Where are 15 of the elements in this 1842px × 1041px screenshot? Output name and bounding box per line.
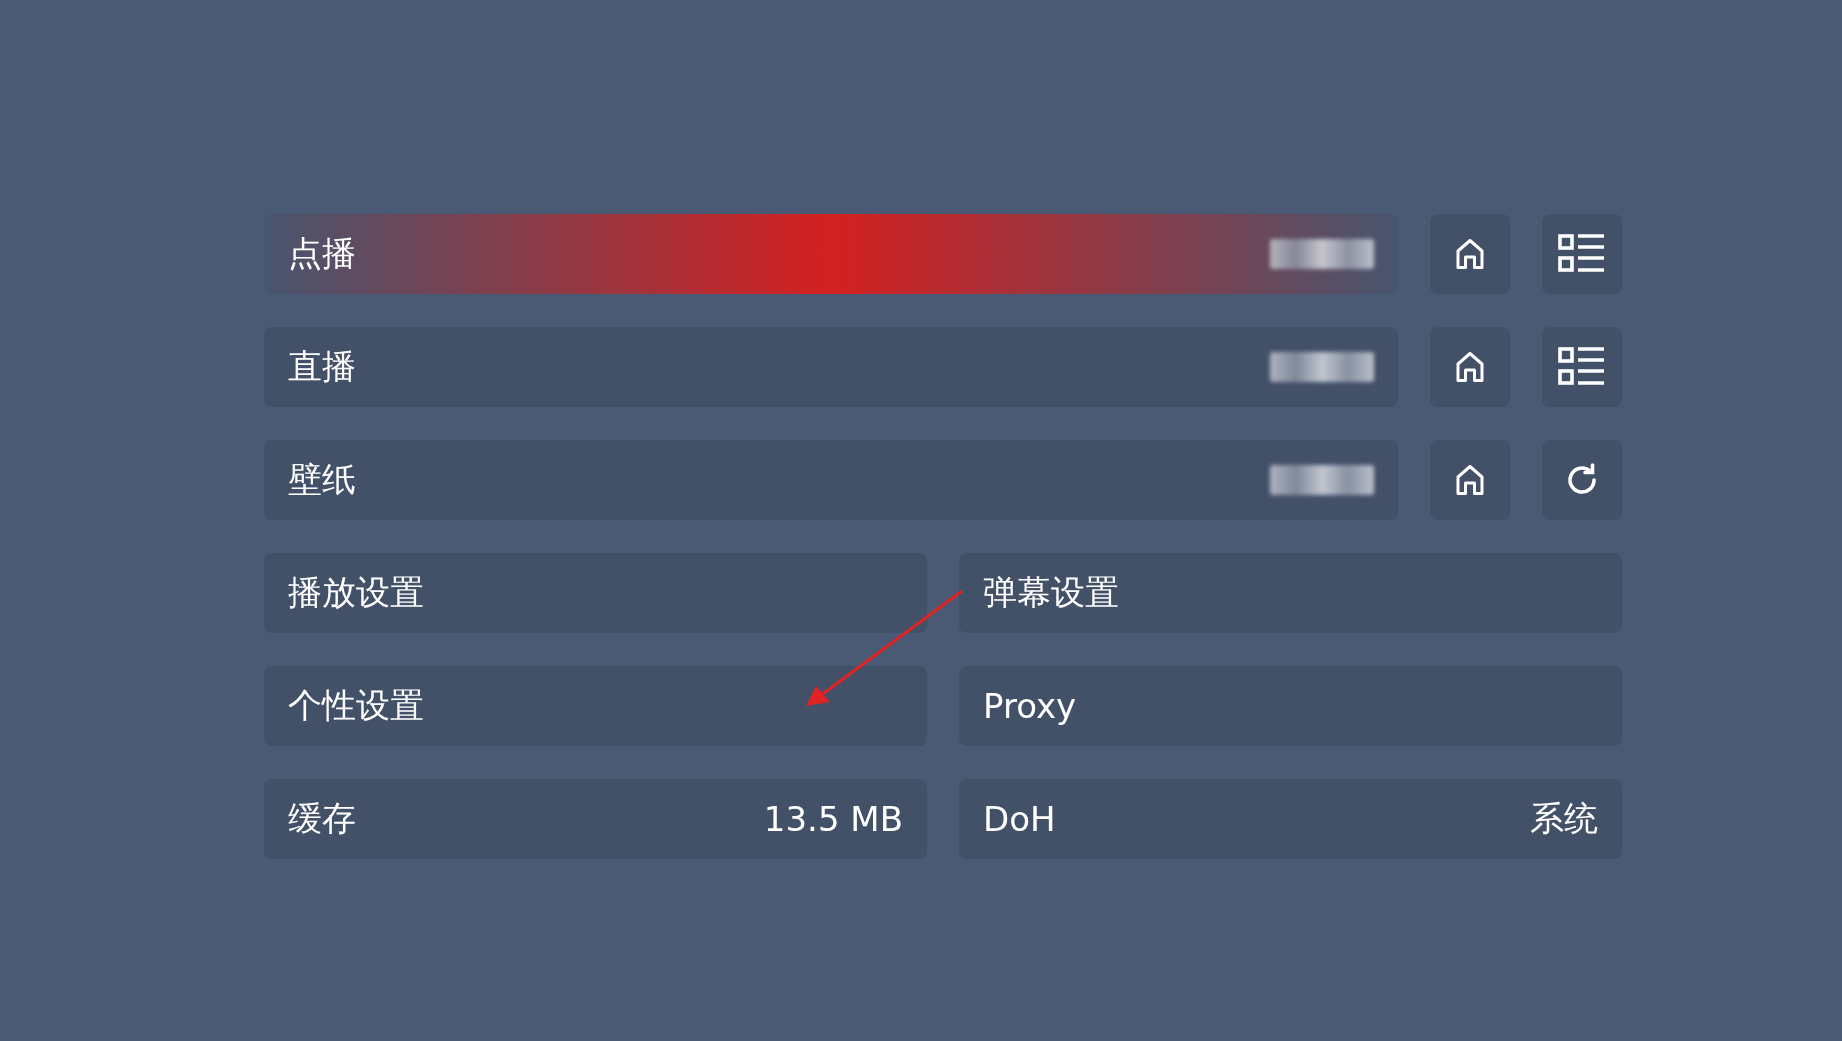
setting-row[interactable]: 弹幕设置 (959, 553, 1622, 633)
source-row[interactable]: 点播 (264, 214, 1398, 294)
home-button[interactable] (1430, 214, 1510, 294)
refresh-button[interactable] (1542, 440, 1622, 520)
home-button[interactable] (1430, 440, 1510, 520)
source-row[interactable]: 壁纸 (264, 440, 1398, 520)
setting-row[interactable]: 缓存 13.5 MB (264, 779, 927, 859)
list-button[interactable] (1542, 327, 1622, 407)
source-row[interactable]: 直播 (264, 327, 1398, 407)
home-button[interactable] (1430, 327, 1510, 407)
setting-row[interactable]: Proxy (959, 666, 1622, 746)
setting-row[interactable]: DoH 系统 (959, 779, 1622, 859)
setting-row[interactable]: 个性设置 (264, 666, 927, 746)
setting-row[interactable]: 播放设置 (264, 553, 927, 633)
list-button[interactable] (1542, 214, 1622, 294)
